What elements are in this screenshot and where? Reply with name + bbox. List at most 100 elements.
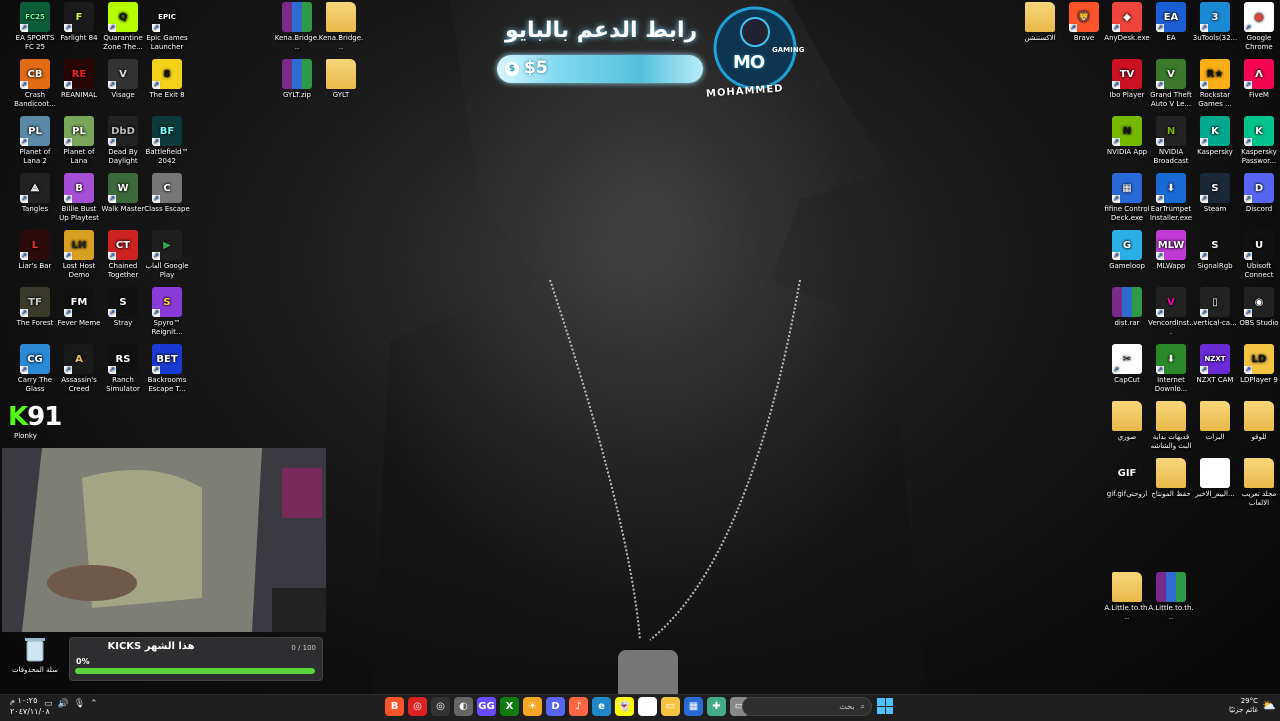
steelseries-taskbar-icon[interactable]: GG [477, 697, 496, 716]
desktop-icon[interactable]: GYLT [318, 59, 364, 100]
desktop-icon[interactable]: ● Google Chrome [1236, 2, 1280, 52]
desktop-icon[interactable]: 🦁 Brave [1061, 2, 1107, 43]
desktop-icon[interactable]: البرات [1192, 401, 1238, 442]
desktop-icon[interactable]: ⬇ EarTrumpet Installer.exe [1148, 173, 1194, 223]
desktop-icon[interactable]: MLW MLWapp [1148, 230, 1194, 271]
desktop-icon[interactable]: V Visage [100, 59, 146, 100]
desktop-icon[interactable]: DbD Dead By Daylight [100, 116, 146, 166]
desktop-icon[interactable]: GYLT.zip [274, 59, 320, 100]
desktop-icon[interactable]: ⬇ Internet Downlo... [1148, 344, 1194, 394]
desktop-icon[interactable]: G Gameloop [1104, 230, 1150, 271]
microphone-icon[interactable]: 🎙 [74, 699, 85, 709]
desktop-icon[interactable]: EPIC Epic Games Launcher [144, 2, 190, 52]
desktop-icon[interactable]: ✂ CapCut [1104, 344, 1150, 385]
start-button[interactable] [877, 698, 893, 714]
taskbar-search[interactable]: بحث ⌕ [742, 697, 872, 716]
desktop-icon[interactable]: CT Chained Together [100, 230, 146, 280]
desktop-icon[interactable]: TF The Forest [12, 287, 58, 328]
desktop-icon[interactable]: البيم_الاخير... [1192, 458, 1238, 499]
desktop-icon[interactable]: S Spyro™ Reignit... [144, 287, 190, 337]
app-taskbar-icon[interactable]: ◐ [454, 697, 473, 716]
desktop-icon[interactable]: الاكستنشن [1017, 2, 1063, 43]
desktop-icon[interactable]: U Ubisoft Connect [1236, 230, 1280, 280]
desktop-icon[interactable]: V Grand Theft Auto V Le... [1148, 59, 1194, 109]
desktop-icon[interactable]: A.Little.to.th... [1148, 572, 1194, 622]
itunes-taskbar-icon[interactable]: ♪ [569, 697, 588, 716]
weather-app-taskbar-icon[interactable]: ☀ [523, 697, 542, 716]
desktop-icon[interactable]: K Kaspersky Passwor... [1236, 116, 1280, 166]
desktop-icon[interactable]: W Walk Master [100, 173, 146, 214]
desktop-icon[interactable]: CB Crash Bandicoot... [12, 59, 58, 109]
xbox-taskbar-icon[interactable]: X [500, 697, 519, 716]
desktop-icon[interactable]: C Class Escape [144, 173, 190, 214]
desktop-icon[interactable]: Kena.Bridge... [318, 2, 364, 52]
desktop-icon[interactable]: Λ FiveM [1236, 59, 1280, 100]
desktop-icon[interactable]: Q Quarantine Zone The... [100, 2, 146, 52]
desktop-icon[interactable]: Kena.Bridge... [274, 2, 320, 52]
desktop-icon[interactable]: TV Ibo Player [1104, 59, 1150, 100]
edge-taskbar-icon[interactable]: e [592, 697, 611, 716]
vencord-icon: V [1156, 287, 1186, 317]
desktop-icon[interactable]: ▯ vertical-ca... [1192, 287, 1238, 328]
desktop-icon[interactable]: FM Fever Meme [56, 287, 102, 328]
desktop-icon[interactable]: صوري [1104, 401, 1150, 442]
desktop-icon[interactable]: K Kaspersky [1192, 116, 1238, 157]
desktop-icon[interactable]: NZXT NZXT CAM [1192, 344, 1238, 385]
desktop-icon[interactable]: RS Ranch Simulator [100, 344, 146, 394]
desktop-icon[interactable]: D Discord [1236, 173, 1280, 214]
kick-counter-number: 91 [27, 402, 62, 432]
desktop-icon[interactable]: EA EA [1148, 2, 1194, 43]
chatgpt-taskbar-icon[interactable]: ◎ [431, 697, 450, 716]
recycle-bin[interactable]: سلة المحذوفات [12, 634, 58, 675]
desktop-icon[interactable]: LH Lost Host Demo [56, 230, 102, 280]
chevron-up-icon[interactable]: ⌃ [90, 699, 98, 709]
desktop-icon[interactable]: ▦ fifine Control Deck.exe [1104, 173, 1150, 223]
desktop-icon[interactable]: BET Backrooms Escape T... [144, 344, 190, 394]
brave-taskbar-icon[interactable]: B [385, 697, 404, 716]
desktop-icon[interactable]: N NVIDIA Broadcast [1148, 116, 1194, 166]
desktop-icon[interactable]: S Steam [1192, 173, 1238, 214]
discord-taskbar-icon[interactable]: D [546, 697, 565, 716]
desktop-icon[interactable]: S SignalRgb [1192, 230, 1238, 271]
desktop-icon[interactable]: للوقو [1236, 401, 1280, 442]
desktop-icon[interactable]: ◉ OBS Studio [1236, 287, 1280, 328]
desktop-icon[interactable]: حفظ المونتاج [1148, 458, 1194, 499]
snapchat-taskbar-icon[interactable]: 👻 [615, 697, 634, 716]
desktop-icon[interactable]: CG Carry The Glass [12, 344, 58, 394]
weather-widget[interactable]: 29°C غائم جزئيًا [1218, 697, 1258, 715]
desktop-icon[interactable]: S Stray [100, 287, 146, 328]
desktop-icon[interactable]: RE REANIMAL [56, 59, 102, 100]
desktop-icon[interactable]: ⟁ Tangles [12, 173, 58, 214]
desktop-icon[interactable]: F Farlight 84 [56, 2, 102, 43]
desktop-icon[interactable]: قديهات بداية البث والشاشه [1148, 401, 1194, 451]
mlwapp-icon: MLW [1156, 230, 1186, 260]
desktop-icon[interactable]: GIF gif.gifاروحتي [1104, 458, 1150, 499]
desktop-icon[interactable]: FC25 EA SPORTS FC 25 [12, 2, 58, 52]
desktop-icon[interactable]: ▶ ألعاب Google Play [144, 230, 190, 280]
desktop-icon[interactable]: dist.rar [1104, 287, 1150, 328]
desktop-icon[interactable]: LD LDPlayer 9 [1236, 344, 1280, 385]
desktop-icon[interactable]: L Liar's Bar [12, 230, 58, 271]
volume-icon[interactable]: 🔊 [58, 699, 69, 709]
desktop-icon[interactable]: 8 The Exit 8 [144, 59, 190, 100]
carryglass-icon: CG [20, 344, 50, 374]
desktop-icon[interactable]: 3 3uTools(32... [1192, 2, 1238, 43]
vpn-taskbar-icon[interactable]: ◎ [408, 697, 427, 716]
explorer-taskbar-icon[interactable]: ▭ [661, 697, 680, 716]
store-taskbar-icon[interactable]: ▦ [684, 697, 703, 716]
desktop-icon[interactable]: BF Battlefield™ 2042 [144, 116, 190, 166]
desktop-icon[interactable]: V VencordInst... [1148, 287, 1194, 337]
desktop-icon[interactable]: N NVIDIA App [1104, 116, 1150, 157]
desktop-icon[interactable]: B Billie Bust Up Playtest [56, 173, 102, 223]
desktop-icon[interactable]: PL Planet of Lana [56, 116, 102, 166]
desktop-icon[interactable]: R★ Rockstar Games ... [1192, 59, 1238, 109]
desktop-icon[interactable]: ◆ AnyDesk.exe [1104, 2, 1150, 43]
game-taskbar-icon[interactable]: ✚ [707, 697, 726, 716]
notification-icon[interactable]: ▭ [44, 699, 53, 709]
desktop-icon[interactable]: A.Little.to.th... [1104, 572, 1150, 622]
desktop-icon[interactable]: PL Planet of Lana 2 [12, 116, 58, 166]
chrome-taskbar-icon[interactable]: ● [638, 697, 657, 716]
desktop-icon-label: GYLT.zip [282, 91, 312, 99]
desktop-icon[interactable]: مجلد تعريب الالعاب [1236, 458, 1280, 508]
desktop-icon[interactable]: A Assassin's Creed Mirage [56, 344, 102, 394]
